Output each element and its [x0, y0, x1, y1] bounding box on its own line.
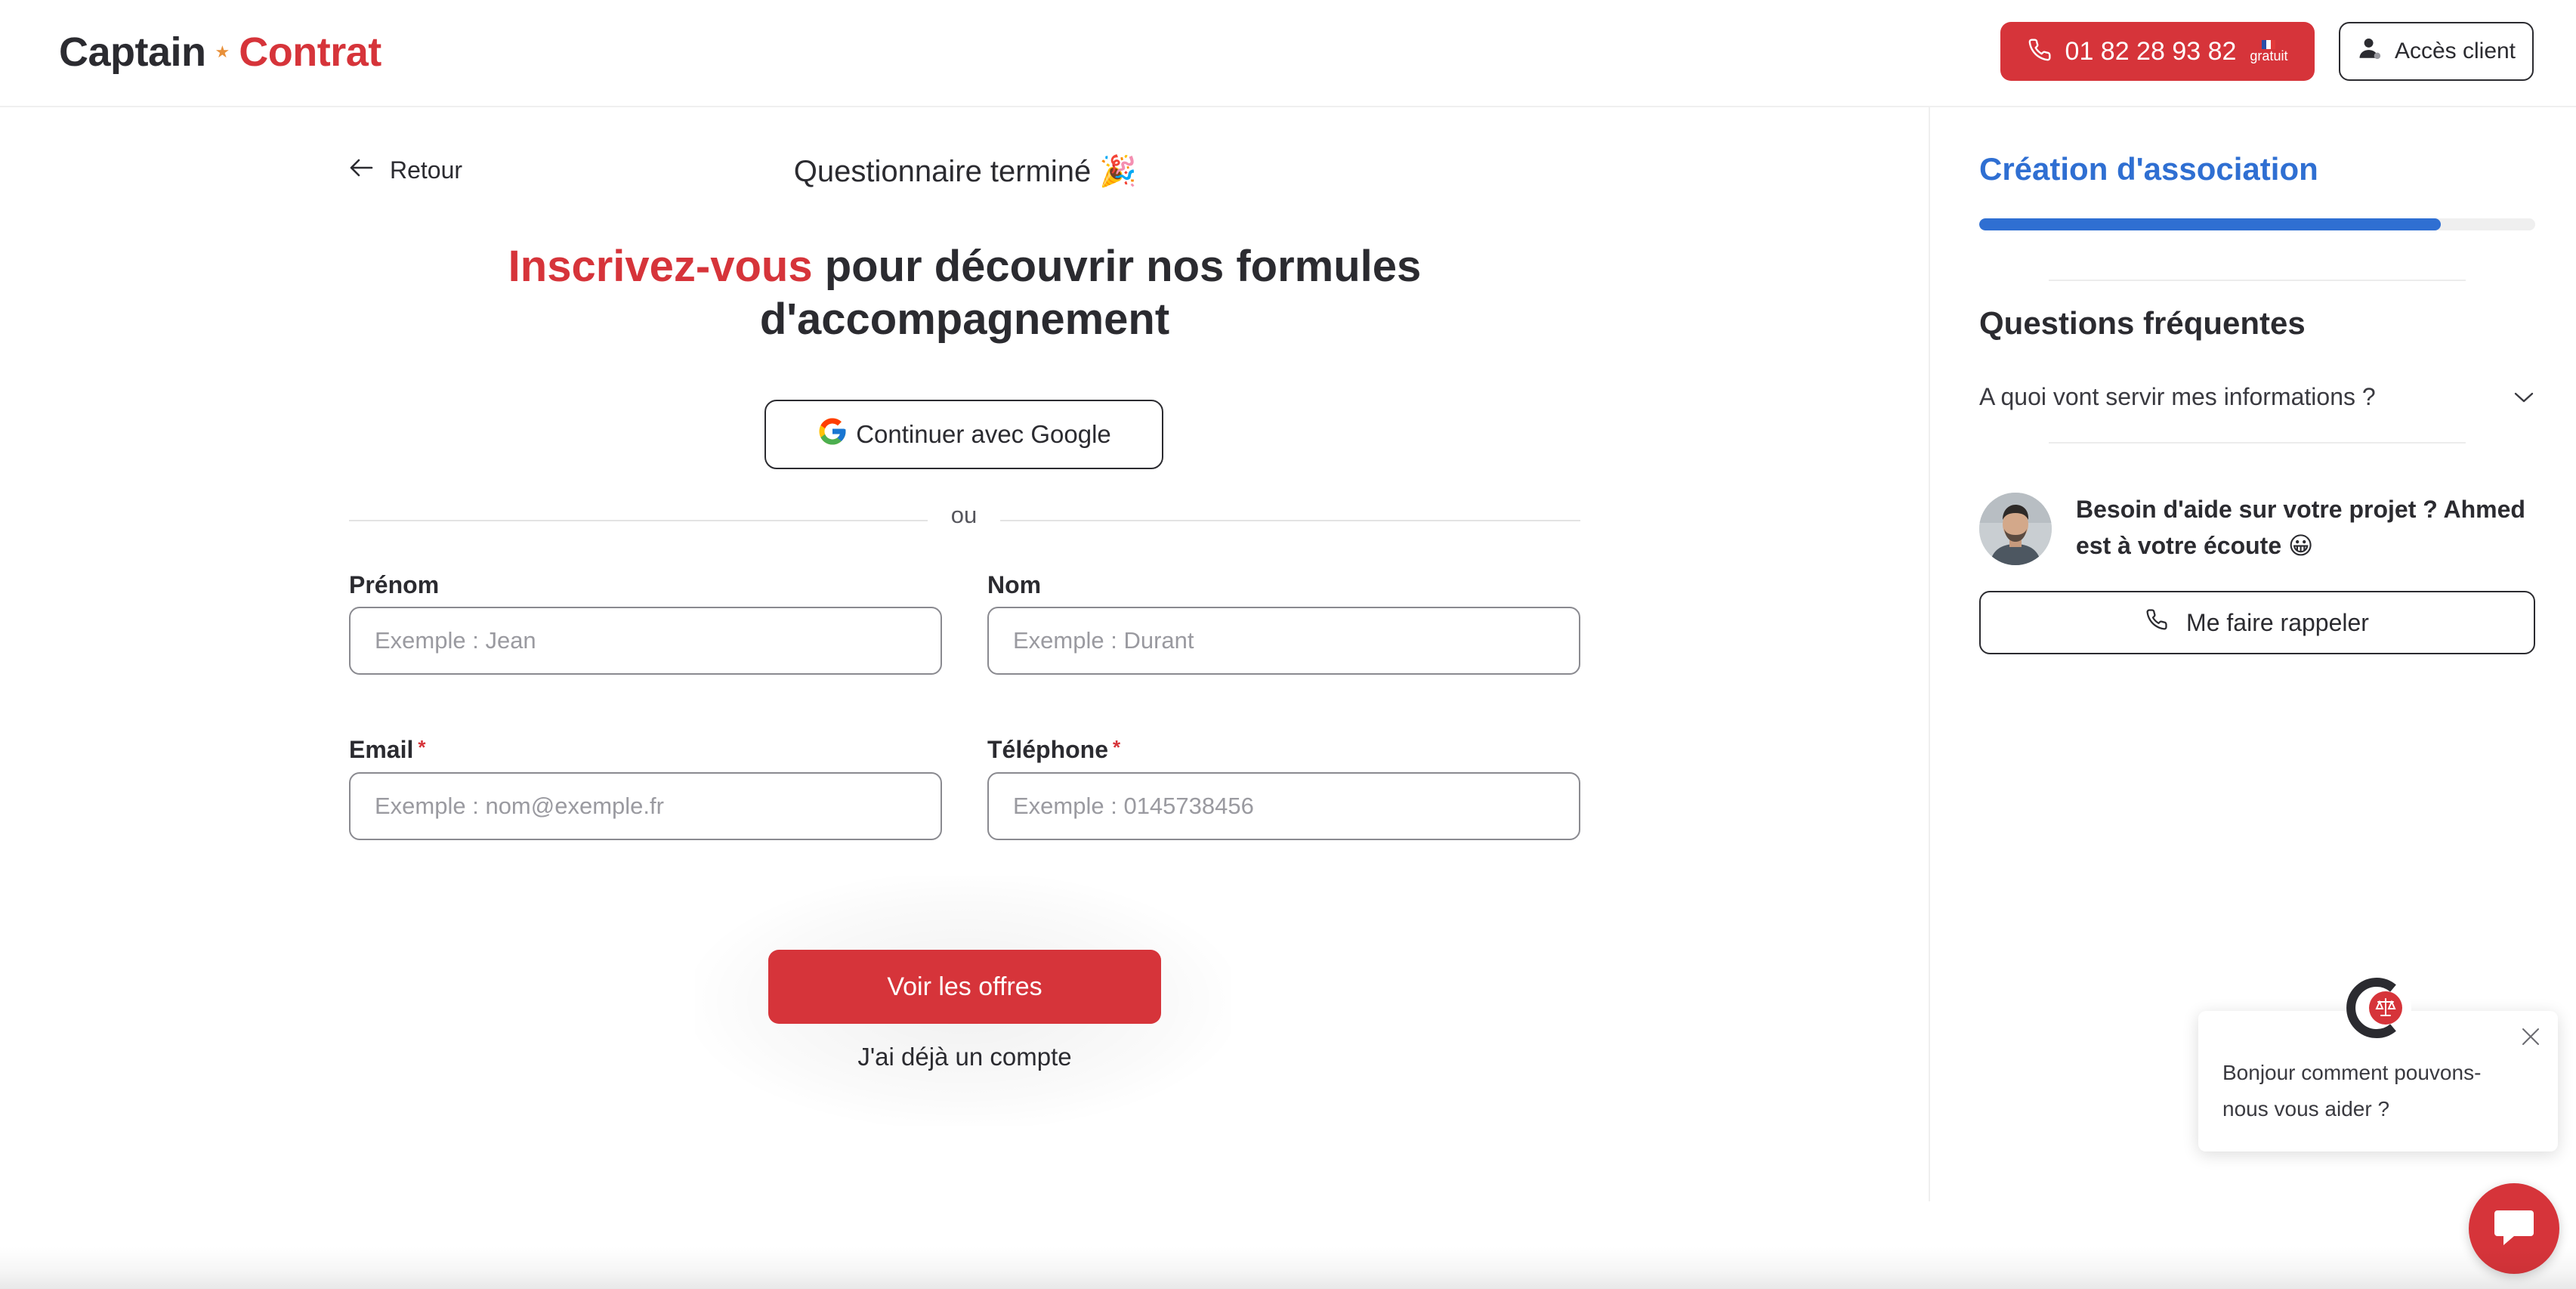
first-name-label: Prénom [349, 571, 440, 598]
chat-greeting-text: Bonjour comment pouvons-nous vous aider … [2222, 1061, 2482, 1121]
process-title: Création d'association [1979, 151, 2318, 187]
faq-question: A quoi vont servir mes informations ? [1979, 382, 2376, 410]
phone-label-wrap: Téléphone * [987, 736, 1120, 764]
logo-captain-text: Captain [59, 29, 206, 75]
or-separator: ou [950, 502, 978, 528]
chat-bubble-icon [2491, 1206, 2537, 1252]
captain-contrat-logo[interactable]: Captain ★ Contrat [59, 26, 381, 79]
headline-rest: pour découvrir nos formules d'accompagne… [759, 242, 1422, 344]
advisor-help-text: Besoin d'aide sur votre projet ? Ahmed e… [2076, 496, 2525, 559]
divider-left [349, 520, 928, 521]
callback-label: Me faire rappeler [2186, 608, 2369, 636]
required-mark: * [1113, 736, 1121, 759]
sidebar-separator [2049, 442, 2466, 444]
free-label: gratuit [2250, 48, 2288, 63]
top-header: Captain ★ Contrat 01 82 28 93 82 gratuit… [0, 0, 2576, 107]
faq-title: Questions fréquentes [1979, 305, 2306, 341]
phone-icon [2145, 608, 2168, 637]
close-icon[interactable] [2517, 1023, 2544, 1050]
logo-star-icon: ★ [215, 42, 230, 61]
chevron-down-icon [2513, 383, 2535, 411]
email-input[interactable] [349, 772, 942, 840]
email-label: Email [349, 736, 414, 763]
phone-label: Téléphone [987, 736, 1109, 763]
phone-number: 01 82 28 93 82 [2065, 36, 2237, 66]
advisor-avatar [1979, 493, 2052, 565]
google-signin-button[interactable]: Continuer avec Google [764, 400, 1163, 469]
free-call-badge: gratuit [2250, 40, 2287, 63]
back-label: Retour [390, 156, 463, 184]
signup-headline: Inscrivez-vous pour découvrir nos formul… [423, 240, 1506, 346]
first-name-input[interactable] [349, 607, 942, 675]
user-icon [2357, 36, 2383, 67]
see-offers-button[interactable]: Voir les offres [768, 950, 1161, 1024]
back-link[interactable]: Retour [347, 151, 462, 189]
faq-item[interactable]: A quoi vont servir mes informations ? [1979, 378, 2535, 416]
google-button-label: Continuer avec Google [856, 420, 1111, 448]
logo-contrat-text: Contrat [239, 29, 381, 75]
client-access-label: Accès client [2394, 39, 2516, 63]
phone-input[interactable] [987, 772, 1580, 840]
last-name-input[interactable] [987, 607, 1580, 675]
progress-bar [1979, 218, 2535, 230]
required-mark: * [418, 736, 426, 759]
arrow-left-icon [347, 156, 375, 184]
google-icon [817, 416, 848, 453]
email-label-wrap: Email * [349, 736, 426, 764]
last-name-label: Nom [987, 571, 1042, 598]
request-callback-button[interactable]: Me faire rappeler [1979, 591, 2535, 654]
sidebar-divider [1929, 106, 1930, 1201]
divider-right [1000, 520, 1580, 521]
phone-icon [2028, 38, 2052, 66]
chat-agent-logo [2345, 975, 2411, 1041]
progress-bar-fill [1979, 218, 2441, 230]
headline-highlight: Inscrivez-vous [508, 242, 813, 291]
sidebar-separator [2049, 280, 2466, 281]
client-access-button[interactable]: Accès client [2339, 22, 2534, 81]
bottom-shadow [0, 1247, 2576, 1289]
quiz-status-title: Questionnaire terminé 🎉 [793, 154, 1138, 188]
phone-call-button[interactable]: 01 82 28 93 82 gratuit [2000, 22, 2315, 81]
existing-account-link[interactable]: J'ai déjà un compte [768, 1043, 1161, 1071]
